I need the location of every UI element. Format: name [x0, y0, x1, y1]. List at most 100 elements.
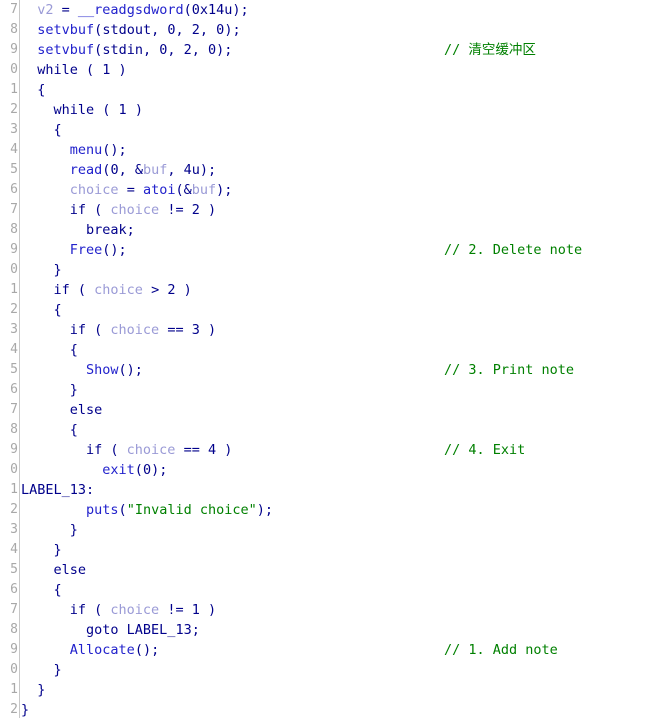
- code-line[interactable]: }: [21, 540, 646, 560]
- code-token: {: [21, 342, 78, 358]
- code-comment: // 清空缓冲区: [444, 42, 536, 58]
- code-line[interactable]: Show(); // 3. Print note: [21, 360, 646, 380]
- code-token[interactable]: v2: [37, 2, 53, 18]
- code-line[interactable]: Allocate(); // 1. Add note: [21, 640, 646, 660]
- line-number: 4: [10, 542, 18, 557]
- code-token[interactable]: choice: [110, 602, 159, 618]
- code-line[interactable]: }: [21, 680, 646, 700]
- code-token: ();: [118, 362, 143, 378]
- code-token[interactable]: puts: [86, 502, 119, 518]
- code-line[interactable]: if ( choice == 3 ): [21, 320, 646, 340]
- line-number: 5: [10, 162, 18, 177]
- code-token: {: [21, 302, 62, 318]
- line-number: 2: [10, 102, 18, 117]
- code-token: ,: [151, 22, 168, 38]
- code-line[interactable]: {: [21, 80, 646, 100]
- code-line[interactable]: v2 = __readgsdword(0x14u);: [21, 0, 646, 20]
- code-token: while (: [21, 62, 103, 78]
- code-comment: // 4. Exit: [444, 442, 526, 458]
- line-number: 3: [10, 322, 18, 337]
- code-line[interactable]: goto LABEL_13;: [21, 620, 646, 640]
- code-token[interactable]: menu: [70, 142, 103, 158]
- code-token: ;: [191, 622, 200, 638]
- code-line[interactable]: {: [21, 120, 646, 140]
- code-comment: // 1. Add note: [444, 642, 558, 658]
- code-token[interactable]: buf: [143, 162, 167, 178]
- code-token: goto: [21, 622, 127, 638]
- code-line[interactable]: {: [21, 340, 646, 360]
- code-token: );: [256, 502, 273, 518]
- code-token: 0: [208, 42, 217, 58]
- code-line[interactable]: else: [21, 560, 646, 580]
- code-token: if (: [21, 282, 95, 298]
- code-line[interactable]: menu();: [21, 140, 646, 160]
- code-token: break;: [21, 222, 135, 238]
- code-line[interactable]: choice = atoi(&buf);: [21, 180, 646, 200]
- code-line[interactable]: else: [21, 400, 646, 420]
- line-number: 6: [10, 182, 18, 197]
- line-number: 1: [10, 682, 18, 697]
- code-token: (&: [175, 182, 192, 198]
- code-comment: // 2. Delete note: [444, 242, 583, 258]
- code-token[interactable]: choice: [110, 322, 159, 338]
- code-line[interactable]: break;: [21, 220, 646, 240]
- code-token[interactable]: Allocate: [70, 642, 135, 658]
- code-line[interactable]: {: [21, 300, 646, 320]
- line-number: 8: [10, 22, 18, 37]
- line-number: 8: [10, 422, 18, 437]
- code-line[interactable]: }: [21, 520, 646, 540]
- code-line[interactable]: if ( choice != 2 ): [21, 200, 646, 220]
- code-line[interactable]: Free(); // 2. Delete note: [21, 240, 646, 260]
- code-token: 0: [110, 162, 119, 178]
- code-line[interactable]: setvbuf(stdin, 0, 2, 0);// 清空缓冲区: [21, 40, 646, 60]
- line-number: 2: [10, 502, 18, 517]
- code-line[interactable]: {: [21, 580, 646, 600]
- code-token[interactable]: setvbuf: [37, 42, 94, 58]
- code-token[interactable]: setvbuf: [37, 22, 94, 38]
- code-token[interactable]: read: [70, 162, 103, 178]
- code-token[interactable]: exit: [102, 462, 135, 478]
- pseudocode-view[interactable]: 7 8 9 0 1 2 3 4 5 6 7 8 9 0 1 2 3 4 5 6 7 8 9 0 1 2 3 4 5 6 7 8 9 0 1 2 v2 …: [0, 0, 646, 718]
- code-token[interactable]: LABEL_13:: [21, 482, 94, 498]
- line-number: 3: [10, 522, 18, 537]
- code-line[interactable]: {: [21, 420, 646, 440]
- code-line[interactable]: }: [21, 260, 646, 280]
- code-token: 4: [207, 442, 217, 458]
- line-number: 0: [10, 462, 18, 477]
- code-line[interactable]: if ( choice > 2 ): [21, 280, 646, 300]
- code-line[interactable]: setvbuf(stdout, 0, 2, 0);: [21, 20, 646, 40]
- code-token: ): [110, 62, 127, 78]
- code-token: ==: [159, 322, 192, 338]
- code-token: if (: [21, 202, 111, 218]
- line-number: 9: [10, 242, 18, 257]
- code-line[interactable]: if ( choice != 1 ): [21, 600, 646, 620]
- code-token[interactable]: atoi: [143, 182, 176, 198]
- code-token[interactable]: choice: [127, 442, 176, 458]
- code-token[interactable]: choice: [70, 182, 119, 198]
- code-token[interactable]: Show: [86, 362, 119, 378]
- code-line[interactable]: }: [21, 660, 646, 680]
- code-line[interactable]: exit(0);: [21, 460, 646, 480]
- code-token[interactable]: buf: [192, 182, 216, 198]
- line-number: 7: [10, 602, 18, 617]
- code-line[interactable]: read(0, &buf, 4u);: [21, 160, 646, 180]
- code-token[interactable]: __readgsdword: [78, 2, 184, 18]
- code-line[interactable]: while ( 1 ): [21, 100, 646, 120]
- code-token[interactable]: Free: [70, 242, 103, 258]
- code-token[interactable]: LABEL_13: [127, 622, 192, 638]
- code-line[interactable]: }: [21, 380, 646, 400]
- code-area[interactable]: v2 = __readgsdword(0x14u); setvbuf(stdou…: [21, 0, 646, 718]
- code-token: >: [142, 282, 168, 298]
- code-token: 2: [191, 202, 200, 218]
- line-number-gutter: 7 8 9 0 1 2 3 4 5 6 7 8 9 0 1 2 3 4 5 6 7 8 9 0 1 2 3 4 5 6 7 8 9 0 1 2: [0, 0, 20, 718]
- code-line[interactable]: while ( 1 ): [21, 60, 646, 80]
- code-token[interactable]: choice: [110, 202, 159, 218]
- code-line[interactable]: if ( choice == 4 ) // 4. Exit: [21, 440, 646, 460]
- code-token: =: [53, 2, 78, 18]
- code-line[interactable]: LABEL_13:: [21, 480, 646, 500]
- code-token[interactable]: choice: [94, 282, 143, 298]
- code-token: ): [199, 322, 217, 338]
- code-line[interactable]: }: [21, 700, 646, 718]
- code-line[interactable]: puts("Invalid choice");: [21, 500, 646, 520]
